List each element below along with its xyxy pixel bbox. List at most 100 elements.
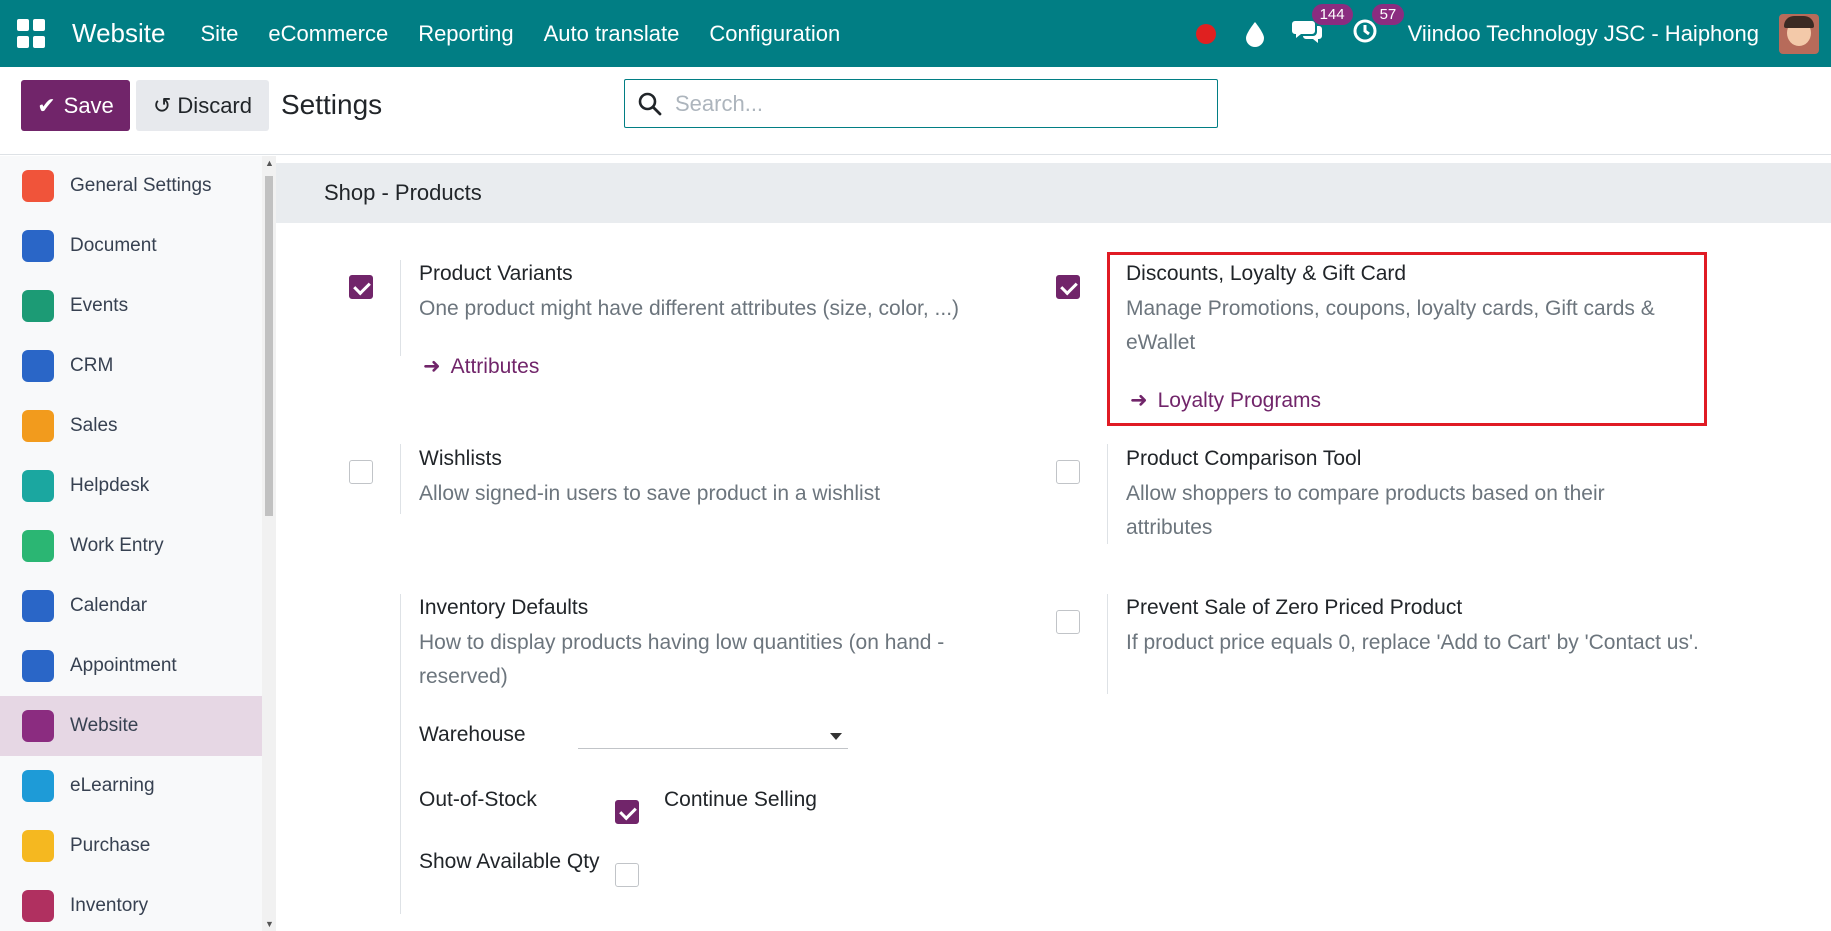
section-title: Shop - Products: [324, 180, 482, 205]
settings-sidebar: General Settings Document Events CRM Sales He…: [0, 156, 262, 931]
divider: [400, 260, 401, 356]
sidebar-item-appointment[interactable]: Appointment: [0, 636, 262, 696]
sales-icon: [22, 410, 54, 442]
sidebar-item-elearning[interactable]: eLearning: [0, 756, 262, 816]
zero-price-title: Prevent Sale of Zero Priced Product: [1126, 596, 1463, 619]
sidebar-item-document[interactable]: Document: [0, 216, 262, 276]
product-variants-desc: One product might have different attribu…: [419, 297, 960, 320]
zero-price-checkbox[interactable]: [1056, 610, 1080, 634]
inventory-icon: [22, 890, 54, 922]
attributes-link[interactable]: ➜ Attributes: [423, 354, 539, 379]
comparison-tool-checkbox[interactable]: [1056, 460, 1080, 484]
messages-menu[interactable]: 144: [1291, 4, 1353, 49]
show-available-qty-label: Show Available Qty: [419, 850, 600, 873]
divider: [400, 594, 401, 914]
sidebar-item-label: Appointment: [70, 655, 177, 676]
search-input[interactable]: [675, 90, 1195, 117]
sidebar-item-label: Purchase: [70, 835, 151, 856]
record-icon[interactable]: [1195, 23, 1216, 44]
sidebar-item-inventory[interactable]: Inventory: [0, 876, 262, 931]
events-icon: [22, 290, 54, 322]
wishlists-title: Wishlists: [419, 447, 502, 470]
sidebar-item-purchase[interactable]: Purchase: [0, 816, 262, 876]
folder-icon: [22, 230, 54, 262]
purchase-icon: [22, 830, 54, 862]
sidebar-item-label: Work Entry: [70, 535, 164, 556]
save-button[interactable]: ✔ Save: [21, 80, 130, 131]
clock-icon: [1353, 19, 1377, 43]
undo-icon: ↺: [152, 92, 172, 118]
settings-content: Shop - Products Product Variants One pro…: [276, 156, 1831, 931]
product-variants-title: Product Variants: [419, 262, 573, 285]
messages-count-badge: 144: [1311, 4, 1353, 25]
divider: [400, 444, 401, 514]
zero-price-desc: If product price equals 0, replace 'Add …: [1126, 631, 1699, 654]
wishlists-checkbox[interactable]: [349, 460, 373, 484]
divider: [1107, 594, 1108, 694]
top-navbar: Website Site eCommerce Reporting Auto tr…: [0, 0, 1831, 67]
activities-menu[interactable]: 57: [1352, 4, 1405, 49]
warehouse-label: Warehouse: [419, 723, 526, 746]
sidebar-item-work-entry[interactable]: Work Entry: [0, 516, 262, 576]
product-variants-checkbox[interactable]: [349, 275, 373, 299]
calendar-icon: [22, 590, 54, 622]
sidebar-item-label: Document: [70, 235, 157, 256]
menu-auto-translate[interactable]: Auto translate: [544, 21, 680, 47]
comparison-tool-title: Product Comparison Tool: [1126, 447, 1362, 470]
section-header: Shop - Products: [276, 163, 1831, 223]
general-settings-icon: [22, 170, 54, 202]
sidebar-item-helpdesk[interactable]: Helpdesk: [0, 456, 262, 516]
work-entry-icon: [22, 530, 54, 562]
save-label: Save: [63, 92, 114, 118]
arrow-right-icon: ➜: [423, 355, 441, 378]
user-avatar[interactable]: [1779, 13, 1819, 54]
sidebar-item-website[interactable]: Website: [0, 696, 262, 756]
sidebar-item-events[interactable]: Events: [0, 276, 262, 336]
menu-reporting[interactable]: Reporting: [418, 21, 513, 47]
search-icon: [638, 92, 662, 115]
appointment-icon: [22, 650, 54, 682]
website-icon: [22, 710, 54, 742]
discounts-loyalty-checkbox[interactable]: [1056, 275, 1080, 299]
menu-ecommerce[interactable]: eCommerce: [268, 21, 388, 47]
menu-configuration[interactable]: Configuration: [709, 21, 840, 47]
sidebar-item-label: Sales: [70, 415, 118, 436]
company-switcher[interactable]: Viindoo Technology JSC - Haiphong: [1408, 21, 1759, 47]
wishlists-desc: Allow signed-in users to save product in…: [419, 482, 881, 505]
out-of-stock-label: Out-of-Stock: [419, 788, 537, 811]
sidebar-item-label: CRM: [70, 355, 114, 376]
inventory-defaults-title: Inventory Defaults: [419, 596, 589, 619]
sidebar-item-label: General Settings: [70, 175, 212, 196]
check-icon: ✔: [37, 92, 56, 118]
sidebar-item-general-settings[interactable]: General Settings: [0, 156, 262, 216]
sidebar-item-label: Inventory: [70, 895, 149, 916]
page-title: Settings: [281, 89, 383, 120]
apps-menu-icon[interactable]: [17, 18, 47, 49]
sidebar-item-sales[interactable]: Sales: [0, 396, 262, 456]
sidebar-scrollbar[interactable]: ▲ ▼: [262, 156, 276, 931]
attributes-link-label: Attributes: [450, 355, 540, 378]
discard-button[interactable]: ↺ Discard: [136, 80, 269, 131]
divider: [1107, 444, 1108, 544]
sidebar-item-crm[interactable]: CRM: [0, 336, 262, 396]
scroll-up-arrow-icon[interactable]: ▲: [265, 158, 274, 168]
sidebar-item-label: Helpdesk: [70, 475, 150, 496]
search-box[interactable]: [624, 79, 1218, 128]
elearning-icon: [22, 770, 54, 802]
show-available-qty-checkbox[interactable]: [615, 863, 639, 887]
scrollbar-thumb[interactable]: [265, 176, 273, 516]
continue-selling-checkbox[interactable]: [615, 800, 639, 824]
scroll-down-arrow-icon[interactable]: ▼: [265, 919, 274, 929]
comparison-tool-desc: Allow shoppers to compare products based…: [1126, 482, 1605, 539]
sidebar-item-label: Website: [70, 715, 139, 736]
control-panel: ✔ Save ↺ Discard Settings: [0, 67, 1831, 155]
app-brand[interactable]: Website: [72, 18, 165, 49]
discard-label: Discard: [177, 92, 252, 118]
highlight-box: [1107, 252, 1707, 426]
continue-selling-label: Continue Selling: [664, 788, 817, 811]
drop-icon[interactable]: [1244, 21, 1266, 47]
sidebar-item-calendar[interactable]: Calendar: [0, 576, 262, 636]
menu-site[interactable]: Site: [200, 21, 238, 47]
sidebar-item-label: Calendar: [70, 595, 148, 616]
warehouse-select[interactable]: [578, 721, 848, 749]
